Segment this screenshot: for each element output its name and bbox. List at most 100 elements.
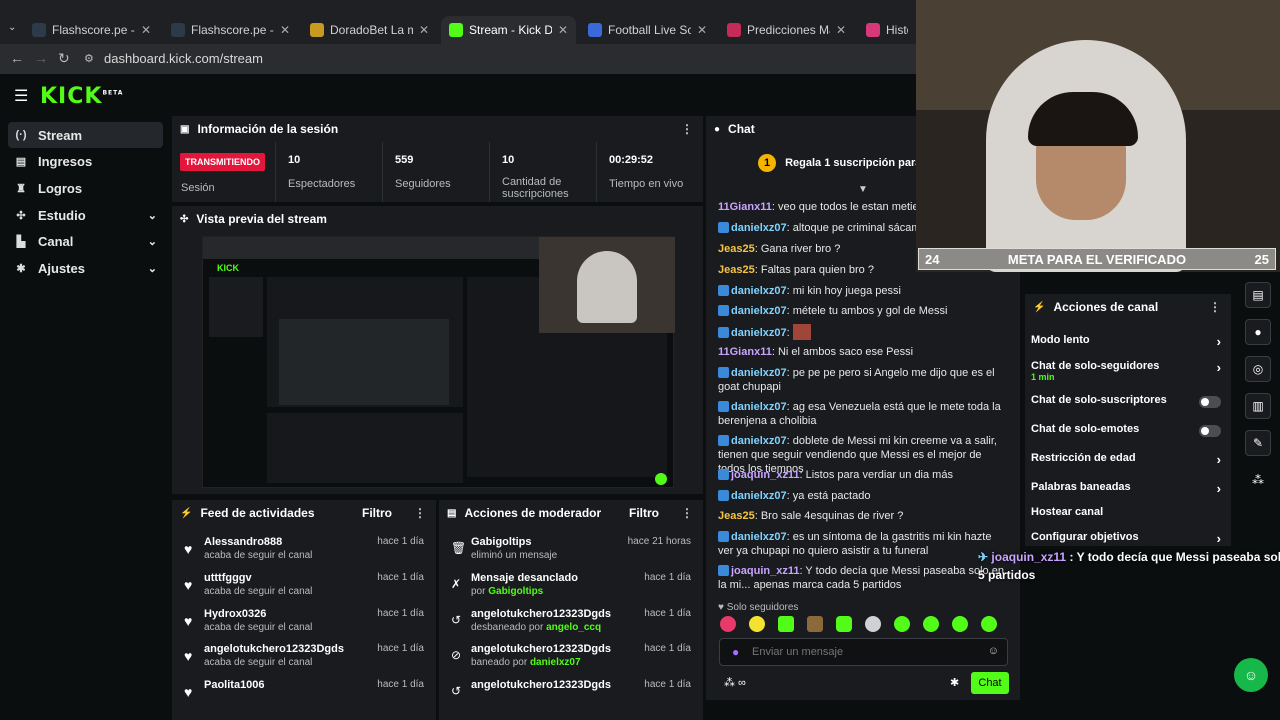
feed-user[interactable]: Alessandro888 <box>204 536 282 548</box>
browser-tab[interactable]: Stream - Kick Dashboard ✕ <box>441 16 576 44</box>
chat-message[interactable]: joaquin_xz11: Y todo decía que Messi pas… <box>718 564 1008 592</box>
browser-tab[interactable]: Predicciones Matemática ✕ <box>719 16 854 44</box>
action-row[interactable]: Chat de solo-emotes <box>1031 423 1221 437</box>
action-row[interactable]: Hostear canal <box>1031 506 1221 520</box>
emote-9[interactable] <box>952 616 968 632</box>
action-row[interactable]: Palabras baneadas › <box>1031 481 1221 496</box>
feed-user[interactable]: angelotukchero12323Dgds <box>204 643 344 655</box>
sidebar-item-logros[interactable]: ♜ Logros <box>8 175 163 201</box>
kick-logo[interactable]: KICKBETA <box>40 84 123 109</box>
chat-username[interactable]: joaquin_xz11 <box>731 565 799 577</box>
chevron-right-icon[interactable]: › <box>1217 531 1221 546</box>
feed-more-icon[interactable]: ⋮ <box>414 506 426 520</box>
mod-title-text[interactable]: angelotukchero12323Dgds <box>471 643 611 655</box>
chat-username[interactable]: danielxz07 <box>731 285 787 297</box>
chat-message[interactable]: danielxz07: <box>718 324 1008 340</box>
sidebar-item-ajustes[interactable]: ✱ Ajustes ⌄ <box>8 256 163 282</box>
chat-settings-icon[interactable]: ✱ <box>950 676 959 689</box>
feed-user[interactable]: utttfgggv <box>204 572 252 584</box>
chat-message[interactable]: danielxz07: pe pe pe pero si Angelo me d… <box>718 366 1008 394</box>
emote-4[interactable] <box>807 616 823 632</box>
apps-rail-icon[interactable]: ⁂ <box>1245 467 1271 493</box>
chat-username[interactable]: danielxz07 <box>731 367 787 379</box>
stream-preview-video[interactable]: KICK <box>202 236 675 488</box>
browser-tab[interactable]: DoradoBet La mejor casa ✕ <box>302 16 437 44</box>
chat-username[interactable]: joaquin_xz11 <box>731 469 799 481</box>
chat-message[interactable]: joaquin_xz11: Listos para verdiar un dia… <box>718 468 1008 482</box>
emote-3[interactable] <box>778 616 794 632</box>
layout-rail-icon[interactable]: ▥ <box>1245 393 1271 419</box>
chevron-right-icon[interactable]: › <box>1217 481 1221 496</box>
mod-row[interactable]: ⊘ angelotukchero12323Dgds baneado por dani… <box>449 643 693 677</box>
mod-row[interactable]: ✗ Mensaje desanclado por Gabigoltips hace 1… <box>449 572 693 606</box>
feed-row[interactable]: ♥ Alessandro888 acaba de seguir el canal ha… <box>182 536 426 570</box>
back-icon[interactable]: ← <box>10 50 24 66</box>
chat-message[interactable]: danielxz07: ag esa Venezuela está que le… <box>718 400 1008 428</box>
actions-more-icon[interactable]: ⋮ <box>1209 300 1221 314</box>
browser-tab[interactable]: Football Live Scores, Fixt ✕ <box>580 16 715 44</box>
menu-icon[interactable]: ☰ <box>14 86 28 106</box>
sidebar-item-estudio[interactable]: ✣ Estudio ⌄ <box>8 202 163 228</box>
mod-title-text[interactable]: Gabigoltips <box>471 536 532 548</box>
chevron-right-icon[interactable]: › <box>1217 360 1221 375</box>
tab-search-icon[interactable]: ⌄ <box>8 22 16 33</box>
points-icon[interactable]: ⁂ ∞ <box>724 676 746 689</box>
browser-tab[interactable]: Flashscore.pe - Favoritos ✕ <box>24 16 159 44</box>
more-icon[interactable]: ⋮ <box>681 122 693 136</box>
mod-title-text[interactable]: angelotukchero12323Dgds <box>471 679 611 691</box>
chat-username[interactable]: danielxz07 <box>731 305 787 317</box>
chat-input[interactable] <box>752 644 972 660</box>
tab-close-icon[interactable]: ✕ <box>836 23 846 37</box>
chat-username[interactable]: 11Gianx11 <box>718 346 772 358</box>
broadcast-rail-icon[interactable]: ◎ <box>1245 356 1271 382</box>
mod-row[interactable]: 🗑 Gabigoltips eliminó un mensaje hace 21 ho… <box>449 536 693 570</box>
site-info-icon[interactable]: ⚙ <box>84 52 94 65</box>
chat-message[interactable]: danielxz07: ya está pactado <box>718 489 1008 503</box>
sidebar-item-canal[interactable]: ▙ Canal ⌄ <box>8 229 163 255</box>
feed-row[interactable]: ♥ Hydrox0326 acaba de seguir el canal hace … <box>182 608 426 642</box>
tab-close-icon[interactable]: ✕ <box>141 23 151 37</box>
chevron-right-icon[interactable]: › <box>1217 334 1221 349</box>
emote-8[interactable] <box>923 616 939 632</box>
wrench-rail-icon[interactable]: ✎ <box>1245 430 1271 456</box>
chevron-down-icon[interactable]: ⌄ <box>148 235 157 248</box>
mod-title-text[interactable]: angelotukchero12323Dgds <box>471 608 611 620</box>
mod-row[interactable]: ↺ angelotukchero12323Dgds desbaneado por a… <box>449 608 693 642</box>
chat-message[interactable]: 11Gianx11: Ni el ambos saco ese Pessi <box>718 345 1008 359</box>
mod-title-text[interactable]: Mensaje desanclado <box>471 572 578 584</box>
mic-icon[interactable]: ● <box>732 645 739 659</box>
chat-username[interactable]: danielxz07 <box>731 327 787 339</box>
forward-icon[interactable]: → <box>34 50 48 66</box>
chat-username[interactable]: Jeas25 <box>718 510 755 522</box>
feed-row[interactable]: ♥ angelotukchero12323Dgds acaba de seguir … <box>182 643 426 677</box>
toggle-switch[interactable] <box>1199 425 1221 437</box>
sidebar-item-stream[interactable]: (·) Stream <box>8 122 163 148</box>
chat-username[interactable]: 11Gianx11 <box>718 201 772 213</box>
support-chat-button[interactable]: ☺ <box>1234 658 1268 692</box>
emote-10[interactable] <box>981 616 997 632</box>
chat-username[interactable]: danielxz07 <box>731 401 787 413</box>
feed-row[interactable]: ♥ Paolita1006 hace 1 día <box>182 679 426 713</box>
chat-message[interactable]: Jeas25: Bro sale 4esquinas de river ? <box>718 509 1008 523</box>
chat-send-button[interactable]: Chat <box>971 672 1009 694</box>
tab-close-icon[interactable]: ✕ <box>697 23 707 37</box>
reload-icon[interactable]: ↻ <box>58 50 70 67</box>
emoji-icon[interactable]: ☺ <box>988 645 999 657</box>
mod-filter-button[interactable]: Filtro <box>629 506 659 520</box>
tab-close-icon[interactable]: ✕ <box>558 23 568 37</box>
chat-username[interactable]: danielxz07 <box>731 435 787 447</box>
chevron-down-icon[interactable]: ⌄ <box>148 209 157 222</box>
action-row[interactable]: Modo lento › <box>1031 334 1221 349</box>
mod-sub-user[interactable]: Gabigoltips <box>488 586 543 597</box>
tab-close-icon[interactable]: ✕ <box>419 23 429 37</box>
action-row[interactable]: Configurar objetivos › <box>1031 531 1221 546</box>
pinned-icon[interactable]: ▼ <box>858 184 868 195</box>
chat-username[interactable]: danielxz07 <box>731 531 787 543</box>
feed-user[interactable]: Hydrox0326 <box>204 608 266 620</box>
chat-username[interactable]: Jeas25 <box>718 264 755 276</box>
feed-user[interactable]: Paolita1006 <box>204 679 265 691</box>
action-row[interactable]: Chat de solo-suscriptores <box>1031 394 1221 408</box>
chat-rail-icon[interactable]: ● <box>1245 319 1271 345</box>
action-row[interactable]: Restricción de edad › <box>1031 452 1221 467</box>
chat-username[interactable]: danielxz07 <box>731 490 787 502</box>
